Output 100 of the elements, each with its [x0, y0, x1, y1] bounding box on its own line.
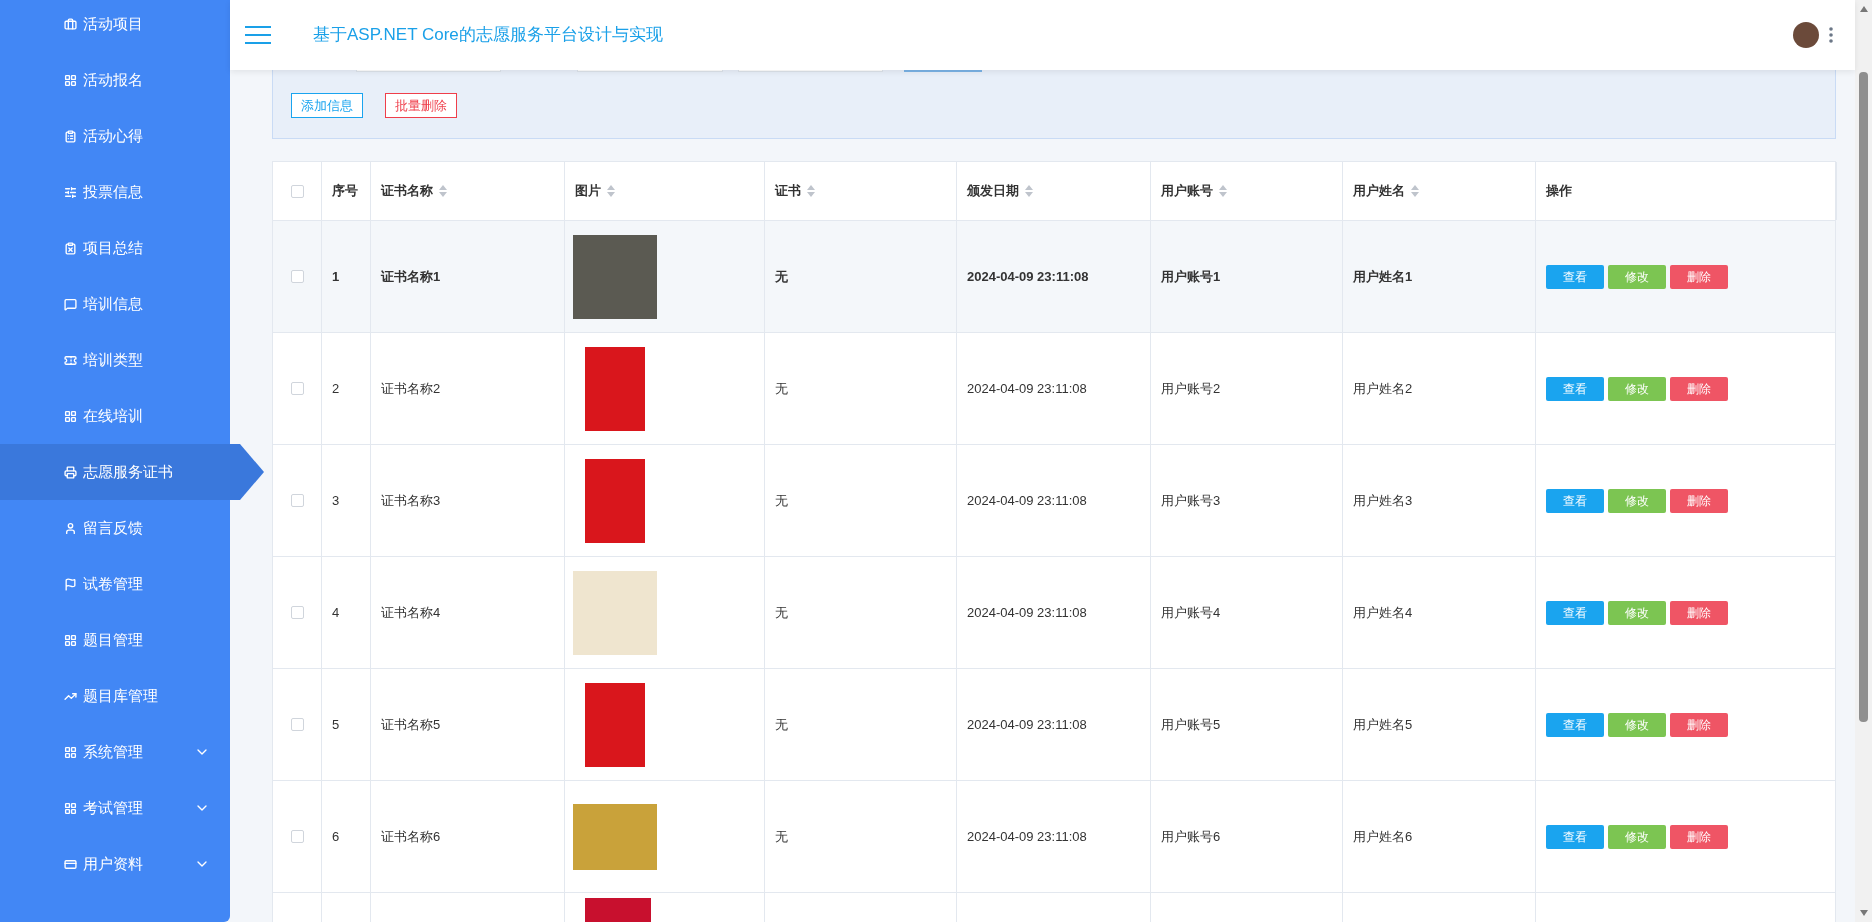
- sidebar-item[interactable]: 投票信息: [0, 164, 230, 220]
- table-cell-text: 用户姓名1: [1353, 267, 1413, 286]
- row-checkbox[interactable]: [290, 382, 304, 395]
- table-cell-text: 无: [775, 267, 788, 286]
- table-cell-text: 用户姓名6: [1353, 827, 1413, 846]
- delete-button[interactable]: 删除: [1670, 488, 1728, 513]
- column-header: 序号: [332, 182, 358, 201]
- select-all-checkbox[interactable]: [290, 184, 304, 198]
- table-cell-text: 证书名称4: [381, 603, 441, 622]
- column-header[interactable]: 用户账号: [1161, 181, 1227, 201]
- table-cell-text: 2024-04-09 23:11:08: [967, 827, 1087, 846]
- row-checkbox[interactable]: [290, 494, 304, 507]
- sidebar-item[interactable]: 培训信息: [0, 276, 230, 332]
- sort-icon[interactable]: [1219, 185, 1227, 197]
- sidebar-item[interactable]: 试卷管理: [0, 556, 230, 612]
- scroll-down-icon[interactable]: [1859, 910, 1868, 916]
- table-cell-text: 用户账号3: [1161, 491, 1221, 510]
- table-cell-text: 证书名称5: [381, 715, 441, 734]
- view-button[interactable]: 查看: [1546, 712, 1604, 737]
- view-button[interactable]: 查看: [1546, 600, 1604, 625]
- sidebar-item[interactable]: 志愿服务证书: [0, 444, 264, 500]
- sort-icon[interactable]: [1025, 185, 1033, 197]
- table-row[interactable]: 2 证书名称2 无 2024-04-09 23:11:08 用户账号2 用户姓名2 查看 修改 删除: [273, 333, 1835, 445]
- briefcase-icon: [64, 17, 77, 31]
- table-row[interactable]: 4 证书名称4 无 2024-04-09 23:11:08 用户账号4 用户姓名4 查看 修改 删除: [273, 557, 1835, 669]
- column-header[interactable]: 证书: [775, 181, 815, 201]
- table-cell-text: 用户姓名2: [1353, 379, 1413, 398]
- sidebar-item[interactable]: 在线培训: [0, 388, 230, 444]
- delete-button[interactable]: 删除: [1670, 376, 1728, 401]
- ticket-icon: [64, 353, 77, 367]
- sidebar-item[interactable]: 活动心得: [0, 108, 230, 164]
- row-checkbox[interactable]: [290, 606, 304, 619]
- avatar[interactable]: [1793, 22, 1819, 48]
- grid-icon: [64, 409, 77, 423]
- view-button[interactable]: 查看: [1546, 488, 1604, 513]
- table-cell-text: 用户账号5: [1161, 715, 1221, 734]
- table-cell-text: 证书名称3: [381, 491, 441, 510]
- edit-button[interactable]: 修改: [1608, 712, 1666, 737]
- sidebar-item[interactable]: 培训类型: [0, 332, 230, 388]
- delete-button[interactable]: 删除: [1670, 824, 1728, 849]
- sidebar-item[interactable]: 留言反馈: [0, 500, 230, 556]
- sidebar-item[interactable]: 项目总结: [0, 220, 230, 276]
- sidebar-item[interactable]: 题目库管理: [0, 668, 230, 724]
- sort-icon[interactable]: [1411, 185, 1419, 197]
- sidebar-item[interactable]: 活动项目: [0, 0, 230, 52]
- card-icon: [64, 857, 77, 871]
- table-cell-text: 用户姓名3: [1353, 491, 1413, 510]
- edit-button[interactable]: 修改: [1608, 376, 1666, 401]
- table-cell-text: 证书名称1: [381, 267, 441, 286]
- edit-button[interactable]: 修改: [1608, 488, 1666, 513]
- row-checkbox[interactable]: [290, 830, 304, 843]
- grid-icon: [64, 745, 77, 759]
- row-checkbox[interactable]: [290, 718, 304, 731]
- scroll-thumb[interactable]: [1859, 72, 1868, 722]
- table-cell-text: 2024-04-09 23:11:08: [967, 603, 1087, 622]
- sidebar-item[interactable]: 考试管理: [0, 780, 230, 836]
- scroll-up-icon[interactable]: [1859, 6, 1868, 12]
- delete-button[interactable]: 删除: [1670, 600, 1728, 625]
- clipboard-icon: [64, 129, 77, 143]
- table-row[interactable]: 6 证书名称6 无 2024-04-09 23:11:08 用户账号6 用户姓名6 查看 修改 删除: [273, 781, 1835, 893]
- table-cell-text: 2024-04-09 23:11:08: [967, 491, 1087, 510]
- view-button[interactable]: 查看: [1546, 264, 1604, 289]
- sort-icon[interactable]: [807, 185, 815, 197]
- batch-delete-button[interactable]: 批量删除: [385, 93, 457, 118]
- app-title: 基于ASP.NET Core的志愿服务平台设计与实现: [313, 24, 663, 47]
- view-button[interactable]: 查看: [1546, 824, 1604, 849]
- table-row[interactable]: 3 证书名称3 无 2024-04-09 23:11:08 用户账号3 用户姓名3 查看 修改 删除: [273, 445, 1835, 557]
- search-button[interactable]: [904, 69, 982, 72]
- table-cell-text: 3: [332, 491, 340, 510]
- sidebar-item[interactable]: 活动报名: [0, 52, 230, 108]
- sidebar-item[interactable]: 题目管理: [0, 612, 230, 668]
- sort-icon[interactable]: [607, 185, 615, 197]
- table-row[interactable]: 5 证书名称5 无 2024-04-09 23:11:08 用户账号5 用户姓名5 查看 修改 删除: [273, 669, 1835, 781]
- menu-icon[interactable]: [245, 26, 271, 44]
- sort-icon[interactable]: [439, 185, 447, 197]
- edit-button[interactable]: 修改: [1608, 264, 1666, 289]
- table-cell-text: 无: [775, 827, 788, 846]
- view-button[interactable]: 查看: [1546, 376, 1604, 401]
- clipboard-icon: [64, 241, 77, 255]
- more-icon[interactable]: [1829, 27, 1833, 43]
- column-header[interactable]: 用户姓名: [1353, 181, 1419, 201]
- table-cell-text: 2024-04-09 23:11:08: [967, 379, 1087, 398]
- table-cell-text: 2: [332, 379, 340, 398]
- row-checkbox[interactable]: [290, 270, 304, 283]
- sidebar-item[interactable]: 用户资料: [0, 836, 230, 892]
- table-cell-text: 证书名称6: [381, 827, 441, 846]
- delete-button[interactable]: 删除: [1670, 264, 1728, 289]
- sidebar-item[interactable]: 系统管理: [0, 724, 230, 780]
- delete-button[interactable]: 删除: [1670, 712, 1728, 737]
- printer-icon: [64, 465, 77, 479]
- column-header[interactable]: 颁发日期: [967, 181, 1033, 201]
- column-header[interactable]: 图片: [575, 181, 615, 201]
- table-cell-text: 1: [332, 267, 340, 286]
- table-row[interactable]: 1 证书名称1 无 2024-04-09 23:11:08 用户账号1 用户姓名1 查看 修改 删除: [273, 221, 1835, 333]
- edit-button[interactable]: 修改: [1608, 600, 1666, 625]
- table-cell-text: 用户姓名5: [1353, 715, 1413, 734]
- scrollbar[interactable]: [1855, 0, 1872, 922]
- edit-button[interactable]: 修改: [1608, 824, 1666, 849]
- add-button[interactable]: 添加信息: [291, 93, 363, 118]
- column-header[interactable]: 证书名称: [381, 181, 447, 201]
